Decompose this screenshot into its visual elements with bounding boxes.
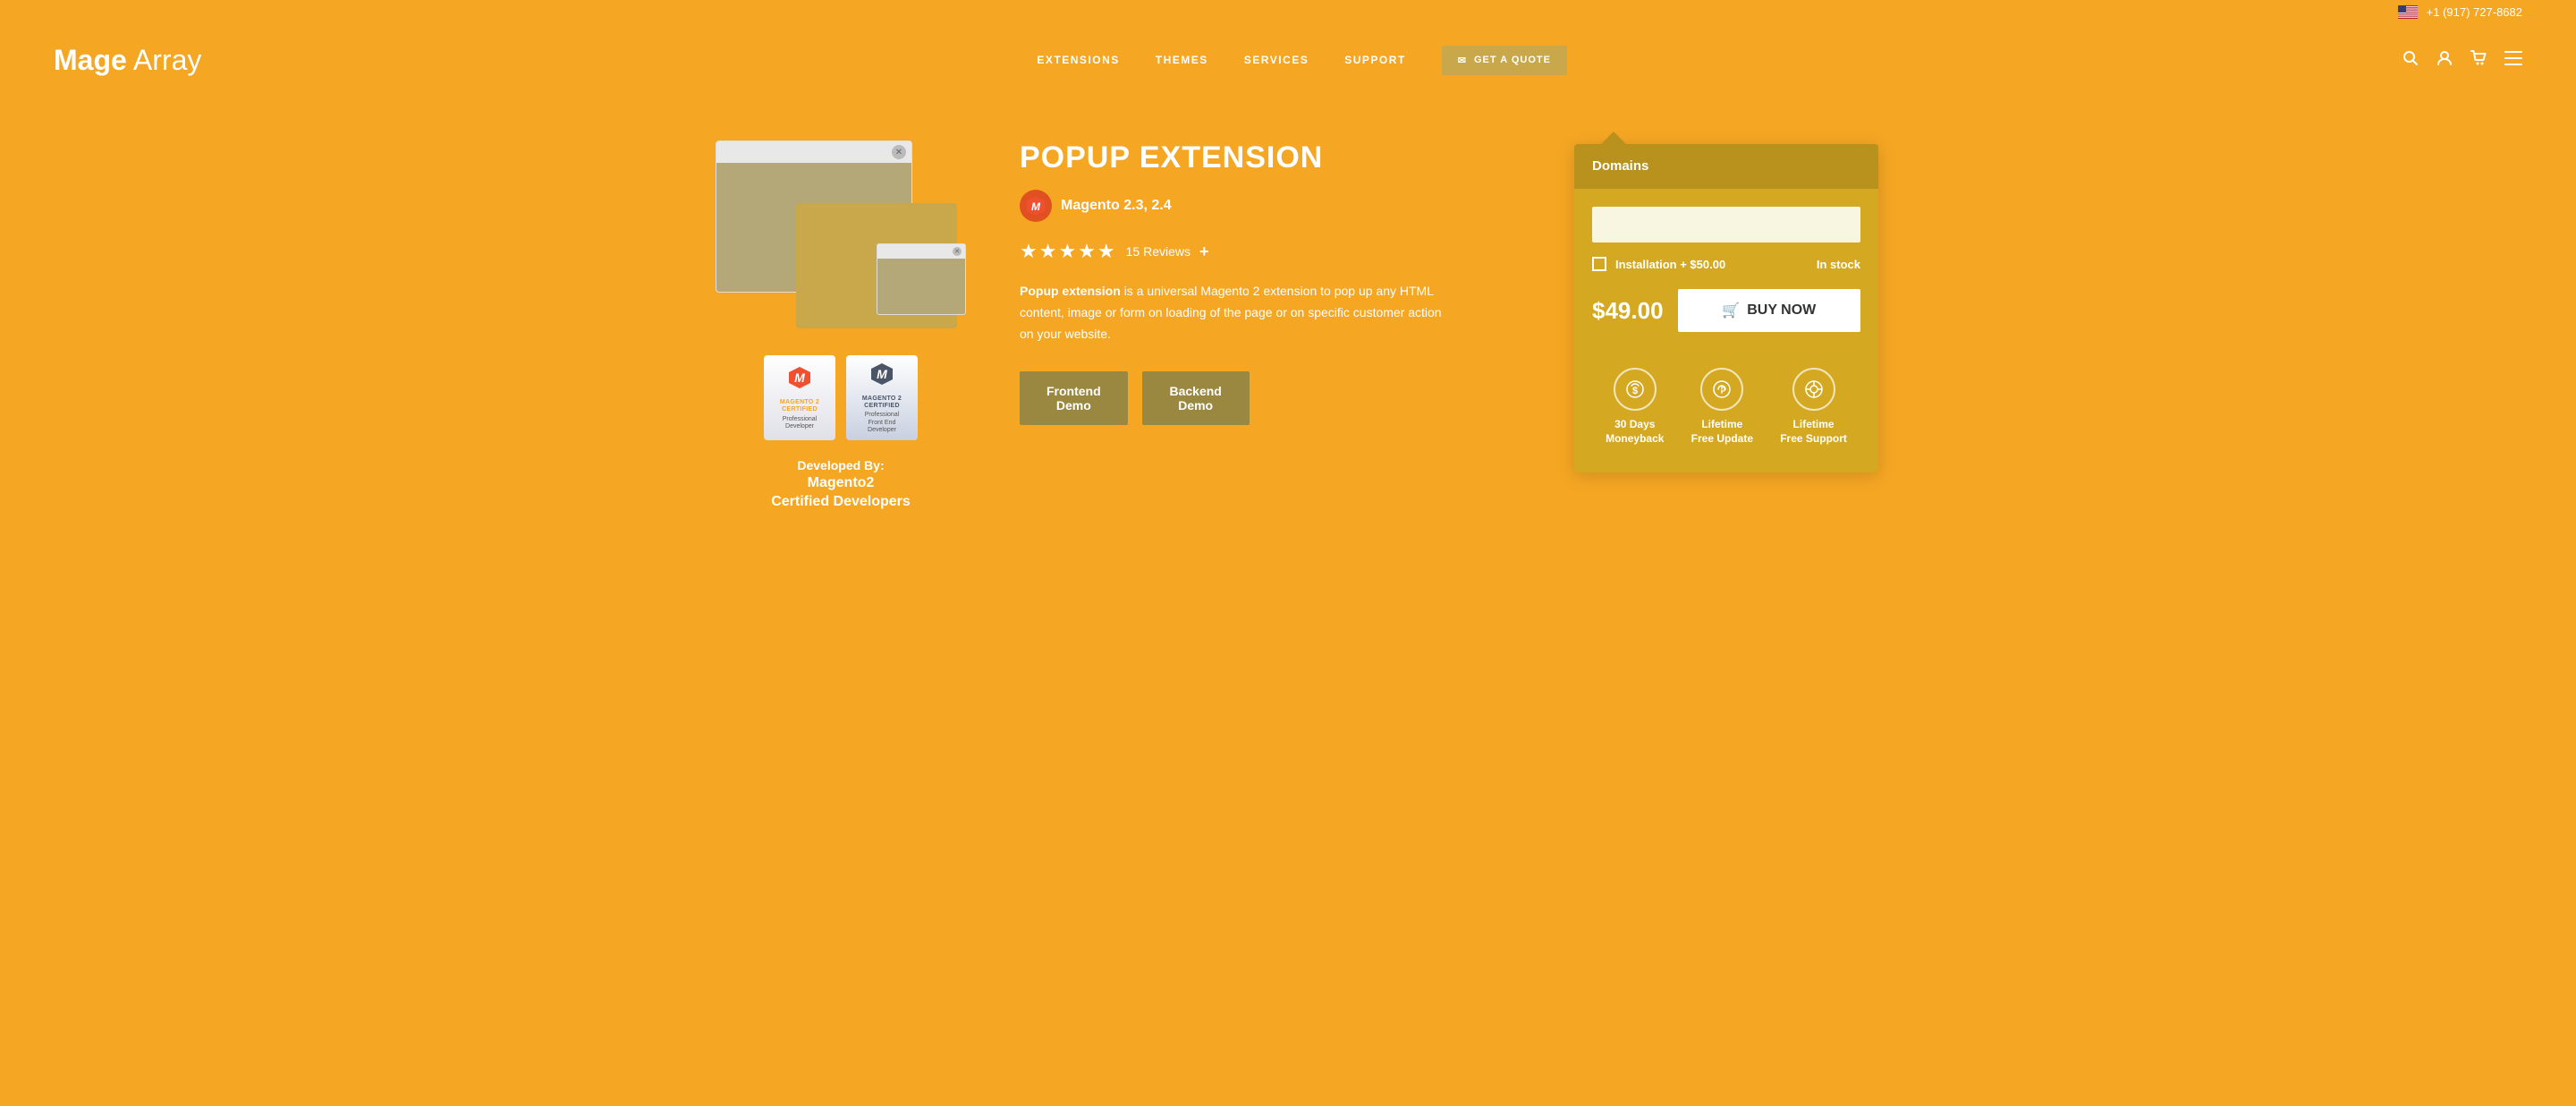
popup-titlebar: ✕ xyxy=(716,141,911,163)
installation-left: Installation + $50.00 xyxy=(1592,257,1725,271)
moneyback-icon: $ xyxy=(1614,368,1657,411)
product-title: POPUP EXTENSION xyxy=(1020,140,1538,175)
magento-platform-icon: M xyxy=(1020,190,1052,222)
nav-services[interactable]: SERVICES xyxy=(1244,54,1309,66)
developer-name: Magento2 Certified Developers xyxy=(771,474,911,512)
rating-row: ★★★★★ 15 Reviews + xyxy=(1020,240,1538,263)
cart-buy-icon: 🛒 xyxy=(1722,302,1740,319)
feature-free-update: Lifetime Free Update xyxy=(1691,368,1753,446)
envelope-icon: ✉ xyxy=(1458,55,1467,66)
developer-info: Developed By: Magento2 Certified Develop… xyxy=(771,458,911,512)
purchase-card: Domains Installation + $50.00 In stock $… xyxy=(1574,144,1878,472)
nav-extensions[interactable]: EXTENSIONS xyxy=(1037,54,1119,66)
svg-text:$: $ xyxy=(1632,386,1638,396)
backend-demo-button[interactable]: Backend Demo xyxy=(1142,371,1250,425)
center-panel: POPUP EXTENSION M Magento 2.3, 2.4 ★★★★★… xyxy=(1020,132,1538,425)
purchase-body: Installation + $50.00 In stock $49.00 🛒 … xyxy=(1574,189,1878,472)
header-actions xyxy=(2402,50,2522,71)
badge-2-title: MAGENTO 2 CERTIFIED xyxy=(862,396,902,411)
reviews-plus-icon[interactable]: + xyxy=(1199,242,1209,261)
update-icon xyxy=(1700,368,1743,411)
buy-now-label: BUY NOW xyxy=(1747,302,1816,319)
popup-mini-window: ✕ xyxy=(877,243,966,315)
product-description: Popup extension is a universal Magento 2… xyxy=(1020,281,1449,345)
badge-1-title: MAGENTO 2 CERTIFIED xyxy=(780,399,819,414)
get-quote-button[interactable]: ✉ GET A QUOTE xyxy=(1442,46,1567,75)
main-header: Mage Array EXTENSIONS THEMES SERVICES SU… xyxy=(0,24,2576,96)
popup-mini-close-button[interactable]: ✕ xyxy=(953,247,962,256)
right-panel: Domains Installation + $50.00 In stock $… xyxy=(1574,132,1878,472)
installation-label: Installation + $50.00 xyxy=(1615,258,1725,271)
speech-bubble-arrow xyxy=(1601,132,1626,144)
logo-text: Mage Array xyxy=(54,44,201,77)
in-stock-badge: In stock xyxy=(1817,258,1860,271)
badge-2-subtitle: Professional Front End Developer xyxy=(865,412,900,434)
product-price: $49.00 xyxy=(1592,297,1664,325)
moneyback-label: 30 Days Moneyback xyxy=(1606,418,1664,446)
platform-text: Magento 2.3, 2.4 xyxy=(1061,198,1172,214)
logo[interactable]: Mage Array xyxy=(54,44,201,77)
svg-text:M: M xyxy=(1031,200,1041,213)
certification-badges: M MAGENTO 2 CERTIFIED Professional Devel… xyxy=(764,355,918,440)
developed-by-label: Developed By: xyxy=(771,458,911,472)
frontend-demo-button[interactable]: Frontend Demo xyxy=(1020,371,1128,425)
popup-close-button[interactable]: ✕ xyxy=(892,145,906,159)
domains-label: Domains xyxy=(1592,158,1648,174)
purchase-card-wrapper: Domains Installation + $50.00 In stock $… xyxy=(1574,144,1878,472)
user-icon[interactable] xyxy=(2436,50,2453,71)
flag-icon xyxy=(2398,5,2418,19)
star-rating: ★★★★★ xyxy=(1020,240,1117,263)
popup-mini-titlebar: ✕ xyxy=(877,244,965,259)
menu-icon[interactable] xyxy=(2504,51,2522,70)
magento-logo-icon-1: M xyxy=(787,365,812,396)
badge-professional-developer: M MAGENTO 2 CERTIFIED Professional Devel… xyxy=(764,355,835,440)
search-icon[interactable] xyxy=(2402,50,2419,71)
badge-frontend-developer: M MAGENTO 2 CERTIFIED Professional Front… xyxy=(846,355,918,440)
cart-icon[interactable] xyxy=(2470,50,2487,71)
support-icon xyxy=(1792,368,1835,411)
phone-number-text: +1 (917) 727-8682 xyxy=(2427,5,2522,19)
description-bold-text: Popup extension xyxy=(1020,284,1121,298)
badge-1-subtitle: Professional Developer xyxy=(783,416,818,431)
support-label: Lifetime Free Support xyxy=(1780,418,1847,446)
update-label: Lifetime Free Update xyxy=(1691,418,1753,446)
top-bar: +1 (917) 727-8682 xyxy=(0,0,2576,24)
popup-mini-content xyxy=(877,259,965,314)
product-illustration: ✕ ✕ xyxy=(707,132,975,328)
demo-buttons-group: Frontend Demo Backend Demo xyxy=(1020,371,1538,425)
nav-support[interactable]: SUPPORT xyxy=(1344,54,1406,66)
nav-themes[interactable]: THEMES xyxy=(1156,54,1208,66)
svg-text:M: M xyxy=(794,370,805,385)
feature-free-support: Lifetime Free Support xyxy=(1780,368,1847,446)
main-navigation: EXTENSIONS THEMES SERVICES SUPPORT ✉ GET… xyxy=(1037,46,1567,75)
svg-text:M: M xyxy=(877,367,887,381)
platform-info: M Magento 2.3, 2.4 xyxy=(1020,190,1538,222)
installation-row: Installation + $50.00 In stock xyxy=(1592,257,1860,271)
installation-checkbox[interactable] xyxy=(1592,257,1606,271)
left-panel: ✕ ✕ M MAGENTO 2 CERTIFIED Profession xyxy=(698,132,984,512)
buy-row: $49.00 🛒 BUY NOW xyxy=(1592,289,1860,332)
features-row: $ 30 Days Moneyback xyxy=(1592,359,1860,455)
feature-moneyback: $ 30 Days Moneyback xyxy=(1606,368,1664,446)
domain-input[interactable] xyxy=(1592,207,1860,242)
domains-header: Domains xyxy=(1574,144,1878,189)
buy-now-button[interactable]: 🛒 BUY NOW xyxy=(1678,289,1860,332)
reviews-count: 15 Reviews xyxy=(1126,244,1191,259)
main-content: ✕ ✕ M MAGENTO 2 CERTIFIED Profession xyxy=(644,96,1932,548)
magento-logo-icon-2: M xyxy=(869,362,894,392)
phone-display: +1 (917) 727-8682 xyxy=(2398,5,2522,19)
